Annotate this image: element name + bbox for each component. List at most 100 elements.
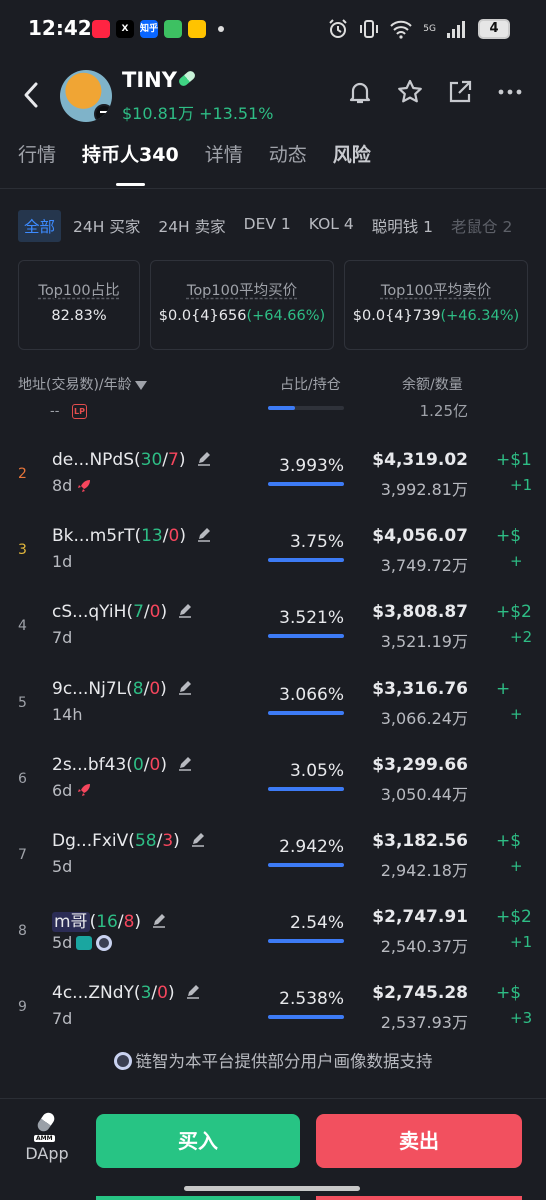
holder-stats: Top100占比 82.83% Top100平均买价 $0.0{4}656(+6… xyxy=(18,260,528,350)
filter-kol[interactable]: KOL 4 xyxy=(303,210,360,242)
row-share: 2.942% xyxy=(279,836,344,857)
edit-icon[interactable] xyxy=(196,526,212,542)
row-balance: $4,319.02 xyxy=(372,450,468,470)
column-address[interactable]: 地址(交易数)/年龄 xyxy=(18,374,147,394)
row-pnl-partial: +$2 xyxy=(496,907,532,928)
row-quantity: 3,521.19万 xyxy=(380,632,468,652)
row-share: 3.521% xyxy=(279,608,344,629)
holder-row[interactable]: 5 9c...Nj7L(8/0) 14h 3.066% $3,316.76 3,066.2… xyxy=(0,665,546,741)
stat-label: Top100平均卖价 xyxy=(380,283,492,299)
row-address[interactable]: cS...qYiH(7/0) xyxy=(52,602,193,622)
holder-row[interactable]: 8 m哥 (16/8) 5d 2.54% $2,747.91 2,540.37万 +$2 +1 xyxy=(0,893,546,969)
row-rank: 5 xyxy=(18,694,27,711)
tab-holders[interactable]: 持币人340 xyxy=(82,140,179,186)
row-quantity: 2,942.18万 xyxy=(380,860,468,880)
tab-details[interactable]: 详情 xyxy=(205,140,243,186)
tab-market[interactable]: 行情 xyxy=(18,140,56,186)
filter-24h-sellers[interactable]: 24H 卖家 xyxy=(152,210,231,242)
row-age: 7d xyxy=(52,628,73,648)
edit-icon[interactable] xyxy=(177,602,193,619)
buy-button[interactable]: 买入 xyxy=(96,1114,300,1168)
vibrate-icon xyxy=(360,20,379,38)
row-address[interactable]: m哥 (16/8) xyxy=(52,907,167,933)
main-tabs: 行情 持币人340 详情 动态 风险 xyxy=(18,140,371,186)
row-address[interactable]: 2s...bf43(0/0) xyxy=(52,755,193,775)
filter-24h-buyers[interactable]: 24H 买家 xyxy=(67,210,146,242)
wallet-address: 9c...Nj7L xyxy=(52,678,127,699)
back-arrow-icon[interactable] xyxy=(18,78,48,112)
row-age: 5d xyxy=(52,933,113,952)
row-age: 8d xyxy=(52,476,92,495)
row-age: 6d xyxy=(52,781,92,800)
holders-list: 2 de...NPdS(30/7) 8d 3.993% $4,319.02 3,992.8… xyxy=(0,436,546,1046)
sell-count: 3 xyxy=(162,830,174,851)
bell-icon[interactable] xyxy=(346,78,374,106)
row-balance: $3,182.56 xyxy=(372,830,468,851)
home-indicator[interactable] xyxy=(184,1186,360,1191)
sell-button[interactable]: 卖出 xyxy=(316,1114,522,1168)
row-balance: $3,316.76 xyxy=(372,678,468,699)
share-icon[interactable] xyxy=(446,78,474,106)
row-pnl-pct-partial: +1 xyxy=(510,933,533,952)
rocket-icon xyxy=(76,478,92,494)
row-quantity: 2,537.93万 xyxy=(380,1013,468,1033)
edit-icon[interactable] xyxy=(190,831,206,847)
filter-funnel-icon[interactable] xyxy=(134,380,147,390)
sell-count: 0 xyxy=(157,983,168,1004)
row-share: 3.05% xyxy=(289,760,344,781)
edit-icon[interactable] xyxy=(177,679,193,695)
zhihu-app-icon: 知乎 xyxy=(140,20,158,38)
notification-dot-icon xyxy=(218,26,224,32)
star-icon[interactable] xyxy=(396,78,424,106)
holder-row[interactable]: 6 2s...bf43(0/0) 6d 3.05% $3,299.66 3,050.44万 xyxy=(0,741,546,817)
stat-value: $0.0{4}739(+46.34%) xyxy=(352,308,520,324)
filter-smart-money[interactable]: 聪明钱 1 xyxy=(366,210,439,242)
wallet-address: cS...qYiH xyxy=(52,602,127,623)
buy-count: 8 xyxy=(132,678,144,699)
row-quantity: 3,992.81万 xyxy=(380,480,468,499)
filter-dev[interactable]: DEV 1 xyxy=(238,210,297,242)
row-pnl-partial: +$ xyxy=(496,983,522,1004)
stat-change: (+46.34%) xyxy=(440,308,520,324)
holder-row[interactable]: 3 Bk...m5rT(13/0) 1d 3.75% $4,056.07 3,749.72… xyxy=(0,512,546,588)
dapp-button[interactable]: AMM DApp xyxy=(20,1110,74,1163)
stat-top100-avg-sell: Top100平均卖价 $0.0{4}739(+46.34%) xyxy=(344,260,528,350)
holder-row[interactable]: 9 4c...ZNdY(3/0) 7d 2.538% $2,745.28 2,537.93… xyxy=(0,969,546,1045)
row-address[interactable]: Bk...m5rT(13/0) xyxy=(52,526,212,546)
row-balance: $4,056.07 xyxy=(372,526,468,547)
column-share: 占比/持仓 xyxy=(280,377,341,393)
row-address[interactable]: 9c...Nj7L(8/0) xyxy=(52,679,193,699)
filter-all[interactable]: 全部 xyxy=(18,210,62,242)
token-header: TINY $10.81万 +13.51% xyxy=(0,62,546,130)
holder-row[interactable]: 2 de...NPdS(30/7) 8d 3.993% $4,319.02 3,992.8… xyxy=(0,436,546,512)
holder-row[interactable]: 7 Dg...FxiV(58/3) 5d 2.942% $3,182.56 2,942.1… xyxy=(0,817,546,893)
token-name: TINY xyxy=(122,68,177,92)
tab-activity[interactable]: 动态 xyxy=(269,140,307,186)
edit-icon[interactable] xyxy=(196,450,212,466)
battery-indicator: 4 xyxy=(478,19,510,39)
holder-row-partial[interactable]: -- LP 1.25亿 xyxy=(0,400,546,428)
amm-label: AMM xyxy=(34,1135,55,1142)
status-time: 12:42 xyxy=(28,16,92,40)
row-address[interactable]: 4c...ZNdY(3/0) xyxy=(52,983,201,1003)
edit-icon[interactable] xyxy=(151,912,167,928)
holder-row[interactable]: 4 cS...qYiH(7/0) 7d 3.521% $3,808.87 3,521.19… xyxy=(0,588,546,664)
holding-bar xyxy=(268,1015,344,1020)
row-rank: 6 xyxy=(18,770,27,787)
row-rank: 7 xyxy=(18,846,27,863)
row-address[interactable]: de...NPdS(30/7) xyxy=(52,450,212,470)
buy-count: 16 xyxy=(96,912,118,933)
row-address[interactable]: Dg...FxiV(58/3) xyxy=(52,831,206,851)
header-actions xyxy=(346,78,524,106)
edit-icon[interactable] xyxy=(185,983,201,1000)
more-icon[interactable] xyxy=(496,78,524,106)
holding-bar xyxy=(268,558,344,563)
tab-risk[interactable]: 风险 xyxy=(333,140,371,186)
edit-icon[interactable] xyxy=(177,755,193,771)
status-bar: 12:42 X 知乎 5G 4 xyxy=(0,0,546,60)
holders-table-header: 地址(交易数)/年龄 占比/持仓 余额/数量 xyxy=(18,374,546,394)
x-app-icon: X xyxy=(116,20,134,38)
stat-top100-share: Top100占比 82.83% xyxy=(18,260,140,350)
filter-insider[interactable]: 老鼠仓 2 xyxy=(445,210,518,242)
signal-icon xyxy=(447,21,465,38)
